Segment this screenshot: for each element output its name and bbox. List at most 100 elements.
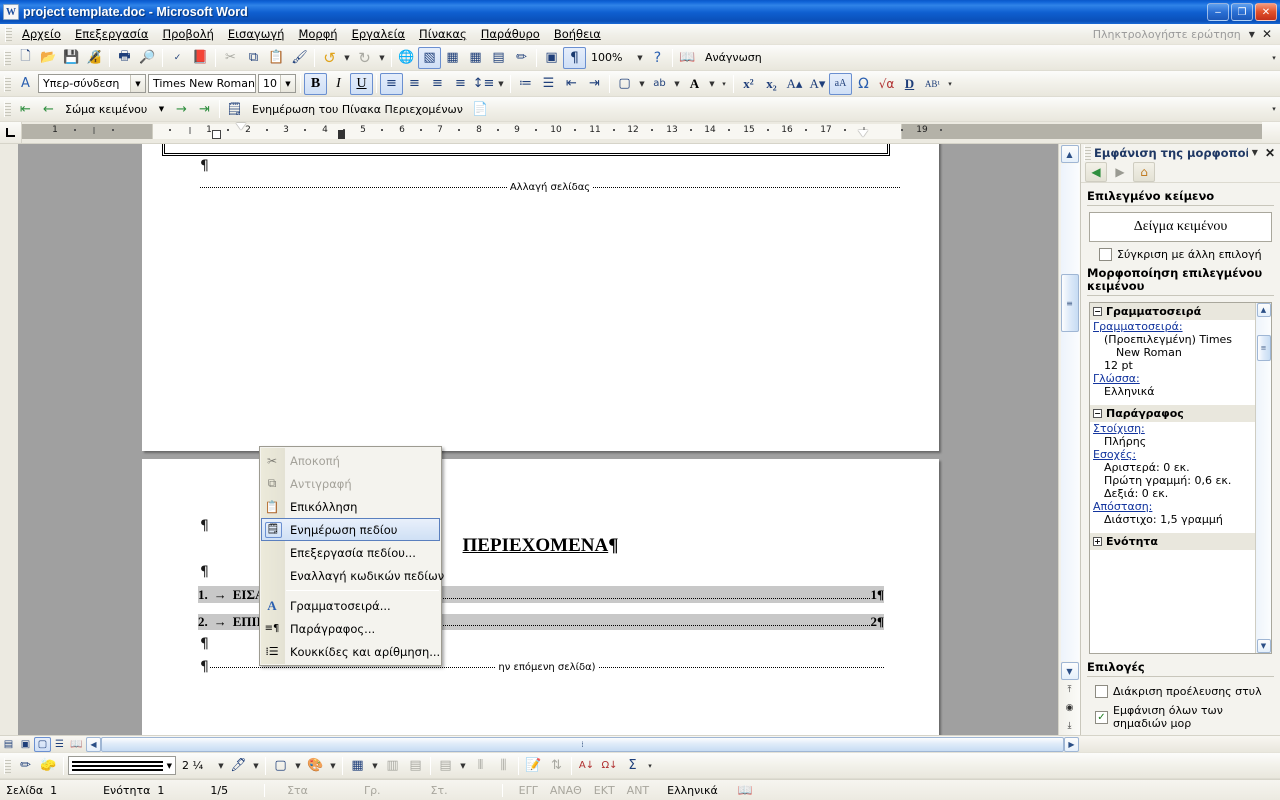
sort-ascending-icon[interactable]: A↓: [575, 755, 598, 777]
align-cell-dropdown-icon[interactable]: ▼: [457, 755, 469, 777]
context-menu[interactable]: ✂ Αποκοπή ⧉ Αντιγραφή 📋 Επικόλληση 🗒 Ενη…: [259, 446, 444, 666]
vertical-scroll-track[interactable]: ≡: [1060, 164, 1079, 661]
scroll-up-button[interactable]: ▲: [1060, 145, 1079, 163]
formatting-scroll-track[interactable]: ≡: [1256, 317, 1271, 639]
context-menu-item-copy[interactable]: ⧉ Αντιγραφή: [260, 472, 441, 495]
print-icon[interactable]: 🖶: [113, 47, 136, 69]
shrink-font-icon[interactable]: A▾: [806, 73, 829, 95]
formatting-group-font[interactable]: − Γραμματοσειρά: [1090, 303, 1255, 320]
scroll-left-button[interactable]: ◀: [86, 736, 101, 752]
menu-format[interactable]: Μορφή: [291, 25, 344, 43]
vertical-scroll-thumb[interactable]: ≡: [1060, 274, 1079, 332]
formatting-toolbar-gripper[interactable]: [4, 75, 11, 92]
outline-level-dropdown-icon[interactable]: ▼: [154, 101, 169, 118]
expand-icon[interactable]: +: [1093, 537, 1102, 546]
close-icon[interactable]: ✕: [1262, 146, 1278, 160]
context-menu-item-font[interactable]: A Γραμματοσειρά...: [260, 594, 441, 617]
tables-toolbar-options-icon[interactable]: ▾: [644, 755, 656, 777]
ask-a-question-box[interactable]: Πληκτρολογήστε ερώτηση ▼ ✕: [1089, 27, 1280, 42]
insert-table-icon[interactable]: ▦: [441, 47, 464, 69]
eraser-icon[interactable]: 🧽: [37, 755, 60, 777]
borders-dropdown-icon[interactable]: ▼: [636, 73, 648, 95]
spelling-grammar-icon[interactable]: ✓: [166, 47, 189, 69]
hanging-indent-marker[interactable]: [338, 130, 345, 139]
subscript-icon[interactable]: x₂: [760, 73, 783, 95]
left-indent-marker[interactable]: [212, 130, 221, 139]
scroll-down-button[interactable]: ▼: [1256, 639, 1271, 653]
update-toc-button[interactable]: Ενημέρωση του Πίνακα Περιεχομένων: [246, 98, 469, 120]
align-center-icon[interactable]: ≡: [403, 73, 426, 95]
formatting-details-box[interactable]: − Γραμματοσειρά Γραμματοσειρά: (Προεπιλε…: [1089, 302, 1272, 654]
status-trk[interactable]: ΑΝΑΘ: [544, 784, 588, 797]
line-weight-dropdown-icon[interactable]: ▼: [215, 755, 227, 777]
line-spacing-icon[interactable]: ↕≡: [472, 73, 495, 95]
distribute-rows-evenly-icon[interactable]: ⫴: [469, 755, 492, 777]
tables-toolbar-gripper[interactable]: [4, 757, 11, 774]
outline-view-icon[interactable]: ☰: [51, 737, 68, 752]
research-icon[interactable]: 📕: [189, 47, 212, 69]
context-menu-item-paragraph[interactable]: ≡¶ Παράγραφος...: [260, 617, 441, 640]
context-menu-item-update-field[interactable]: 🗒 Ενημέρωση πεδίου: [261, 518, 440, 541]
sample-text-box[interactable]: Δείγμα κειμένου: [1089, 212, 1272, 242]
scroll-down-button[interactable]: ▼: [1060, 662, 1079, 680]
align-top-left-icon[interactable]: ▤: [434, 755, 457, 777]
tab-stop-selector[interactable]: [0, 122, 22, 143]
document-page-1[interactable]: ΛΑΜΙΑ,·2006-2007¤ ¶ Αλλαγή σελίδας: [142, 144, 939, 451]
table-autoformat-icon[interactable]: 📝: [522, 755, 545, 777]
copy-icon[interactable]: ⧉: [242, 47, 265, 69]
forward-button[interactable]: ▶: [1109, 162, 1131, 182]
font-color-icon[interactable]: A: [683, 73, 706, 95]
horizontal-ruler[interactable]: 1 1 2 3 4 5 6 7 8 9 10 11 12 13 14 15 16…: [22, 122, 1262, 143]
font-combo[interactable]: Times New Roman ▼: [148, 74, 256, 93]
tables-and-borders-icon[interactable]: ▧: [418, 46, 441, 69]
grow-font-icon[interactable]: A▴: [783, 73, 806, 95]
save-icon[interactable]: 💾: [60, 47, 83, 69]
open-icon[interactable]: 📂: [37, 47, 60, 69]
formatting-group-section[interactable]: + Ενότητα: [1090, 533, 1255, 550]
document-pages[interactable]: ΛΑΜΙΑ,·2006-2007¤ ¶ Αλλαγή σελίδας ¶ ΠΕΡ…: [18, 144, 1058, 735]
compare-checkbox-row[interactable]: Σύγκριση με άλλη επιλογή: [1099, 248, 1272, 261]
context-menu-item-bullets-numbering[interactable]: ⁞☰ Κουκκίδες και αρίθμηση...: [260, 640, 441, 663]
shading-dropdown-icon[interactable]: ▼: [327, 755, 339, 777]
formatting-scrollbar[interactable]: ▲ ≡ ▼: [1255, 303, 1271, 653]
equation-icon[interactable]: √α: [875, 73, 898, 95]
formatting-scroll-thumb[interactable]: ≡: [1256, 335, 1271, 361]
italic-button[interactable]: I: [327, 73, 350, 95]
close-button[interactable]: ✕: [1255, 3, 1277, 21]
promote-to-heading1-icon[interactable]: ⇤: [14, 98, 37, 120]
undo-dropdown-icon[interactable]: ▼: [341, 47, 353, 69]
status-rec[interactable]: ΕΓΓ: [503, 784, 544, 797]
align-left-icon[interactable]: ≡: [380, 72, 403, 95]
alignment-link[interactable]: Στοίχιση:: [1090, 422, 1255, 435]
go-to-toc-icon[interactable]: 📄: [469, 98, 492, 120]
borders-dropdown-icon[interactable]: ▼: [292, 755, 304, 777]
home-button[interactable]: ⌂: [1133, 162, 1155, 183]
insert-hyperlink-icon[interactable]: 🌐: [395, 47, 418, 69]
demote-to-body-text-icon[interactable]: ⇥: [193, 98, 216, 120]
shading-color-icon[interactable]: 🎨: [304, 755, 327, 777]
bold-button[interactable]: B: [304, 72, 327, 95]
decrease-indent-icon[interactable]: ⇤: [560, 73, 583, 95]
indents-link[interactable]: Εσοχές:: [1090, 448, 1255, 461]
reading-label[interactable]: Ανάγνωση: [699, 47, 768, 69]
previous-page-icon[interactable]: ⤒: [1062, 682, 1078, 698]
merge-cells-icon[interactable]: ▥: [381, 755, 404, 777]
insert-excel-worksheet-icon[interactable]: ▦: [464, 47, 487, 69]
redo-icon[interactable]: ↻: [353, 47, 376, 69]
web-layout-view-icon[interactable]: ▣: [17, 737, 34, 752]
border-color-dropdown-icon[interactable]: ▼: [250, 755, 262, 777]
menu-view[interactable]: Προβολή: [155, 25, 220, 43]
align-right-icon[interactable]: ≡: [426, 73, 449, 95]
horizontal-scroll-thumb[interactable]: ⁞: [101, 736, 1064, 752]
styles-and-formatting-icon[interactable]: A: [14, 73, 37, 95]
option-show-marks-row[interactable]: ✓ Εμφάνιση όλων των σημαδιών μορ: [1095, 704, 1272, 730]
paste-icon[interactable]: 📋: [265, 47, 288, 69]
reading-layout-view-icon[interactable]: 📖: [68, 737, 85, 752]
distinguish-style-checkbox[interactable]: [1095, 685, 1108, 698]
status-ext[interactable]: ΕΚΤ: [588, 784, 621, 797]
vertical-ruler[interactable]: [0, 144, 18, 735]
scroll-up-button[interactable]: ▲: [1256, 303, 1271, 317]
font-dropdown-icon[interactable]: ▼: [254, 75, 255, 92]
zoom-dropdown-icon[interactable]: ▼: [634, 47, 646, 69]
draw-table-icon[interactable]: ✏: [14, 755, 37, 777]
